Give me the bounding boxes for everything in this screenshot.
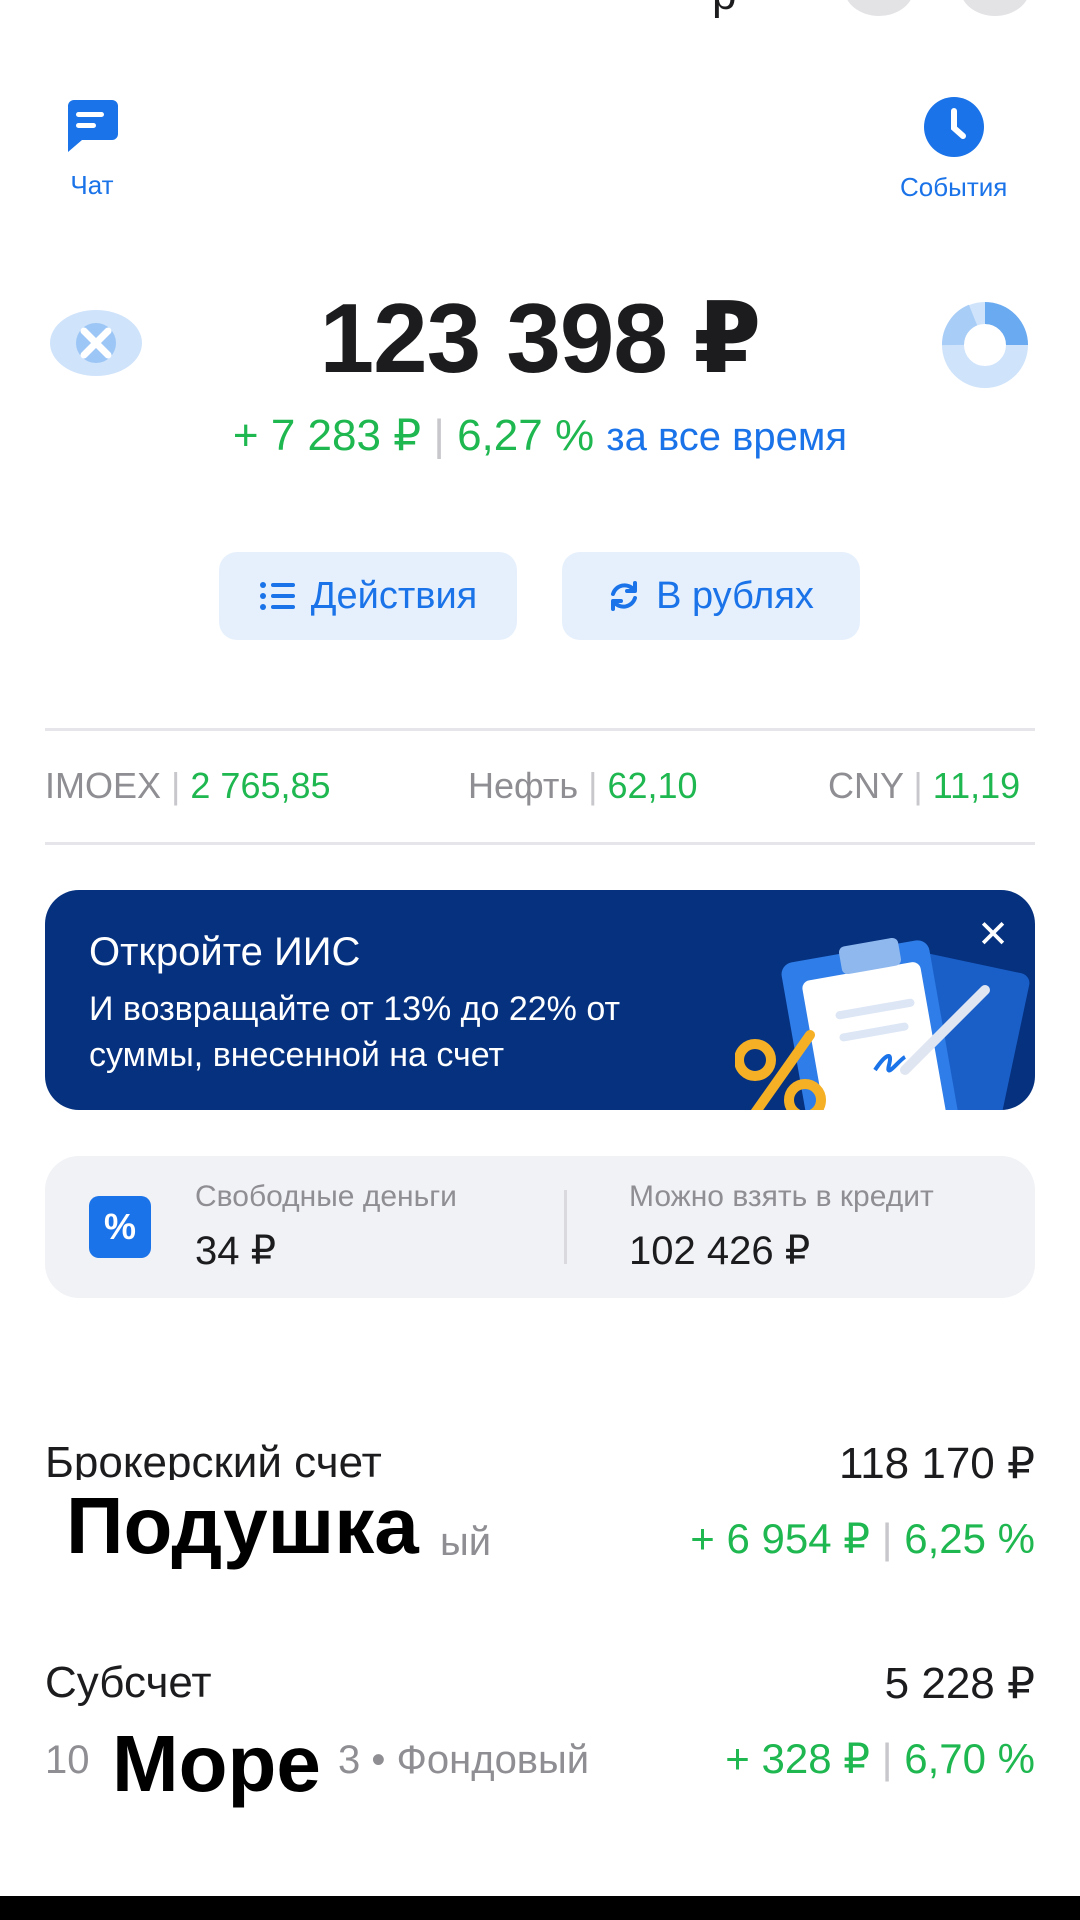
account-title: Субсчет: [45, 1658, 212, 1707]
ticker-name: CNY: [828, 765, 904, 806]
account-row-subaccount[interactable]: Субсчет 10 3 • Фондовый Море 5 228 ₽ + 3…: [0, 1640, 1080, 1840]
account-nickname-overlay: Подушка: [60, 1480, 425, 1572]
account-gain: + 328 ₽ | 6,70 %: [725, 1734, 1035, 1783]
portfolio-gain-percent: 6,27 %: [457, 411, 595, 460]
ticker-imoex[interactable]: IMOEX | 2 765,85: [45, 765, 331, 807]
actions-label: Действия: [310, 574, 478, 617]
refresh-icon: [611, 581, 638, 611]
account-gain-amount: + 6 954 ₽: [690, 1515, 870, 1562]
chat-icon: [68, 100, 118, 152]
ticker-name: Нефть: [468, 765, 579, 806]
banner-close-button[interactable]: ✕: [977, 912, 1009, 957]
separator: |: [433, 411, 445, 460]
ticker-value: 2 765,85: [190, 765, 331, 806]
top-partial-button-2[interactable]: [960, 0, 1030, 16]
account-gain: + 6 954 ₽ | 6,25 %: [690, 1514, 1035, 1563]
divider: [45, 728, 1035, 731]
account-subtitle-head: 10: [45, 1738, 90, 1782]
actions-button[interactable]: Действия: [219, 552, 517, 640]
account-value: 118 170 ₽: [838, 1439, 1035, 1488]
separator: |: [588, 765, 598, 806]
ticker-value: 62,10: [607, 765, 698, 806]
cash-card[interactable]: % Свободные деньги 34 ₽ Можно взять в кр…: [45, 1156, 1035, 1298]
top-partial-text: р: [712, 0, 736, 20]
account-subtitle: 3 • Фондовый: [338, 1738, 590, 1782]
period-selector[interactable]: за все время: [606, 415, 847, 459]
separator: |: [171, 765, 181, 806]
currency-label: В рублях: [656, 574, 814, 617]
free-money-label: Свободные деньги: [195, 1180, 457, 1213]
events-button[interactable]: События: [900, 96, 1007, 203]
account-value: 5 228 ₽: [884, 1659, 1035, 1708]
banner-title: Откройте ИИС: [89, 930, 361, 974]
account-nickname-overlay: Море: [106, 1718, 327, 1810]
account-subtitle: ый: [440, 1520, 492, 1564]
divider: [45, 842, 1035, 845]
ticker-value: 11,19: [932, 765, 1021, 806]
events-label: События: [900, 172, 1008, 202]
chat-label: Чат: [70, 170, 114, 200]
percent-icon: %: [89, 1196, 151, 1258]
portfolio-balance: 123 398 ₽: [319, 283, 762, 393]
portfolio-gain-line: + 7 283 ₽ | 6,27 % за все время: [0, 408, 1080, 465]
top-partial-button-1[interactable]: [844, 0, 914, 16]
credit-label: Можно взять в кредит: [629, 1180, 934, 1213]
credit-value: 102 426 ₽: [629, 1229, 811, 1273]
clock-icon: [923, 97, 984, 157]
account-row-brokerage[interactable]: Брокерский счет ый Подушка 118 170 ₽ + 6…: [0, 1420, 1080, 1620]
account-gain-amount: + 328 ₽: [725, 1735, 870, 1782]
separator: |: [913, 765, 923, 806]
account-gain-percent: 6,25 %: [904, 1515, 1035, 1562]
ticker-cny[interactable]: CNY | 11,19: [828, 765, 1020, 807]
account-gain-percent: 6,70 %: [904, 1735, 1035, 1782]
ticker-oil[interactable]: Нефть | 62,10: [468, 765, 698, 807]
free-money-value: 34 ₽: [195, 1229, 277, 1273]
currency-button[interactable]: В рублях: [562, 552, 860, 640]
divider: [564, 1190, 567, 1264]
separator: |: [881, 1735, 893, 1782]
bottom-bar: [0, 1896, 1080, 1920]
chat-button[interactable]: Чат: [62, 96, 122, 201]
portfolio-gain-amount: + 7 283 ₽: [232, 411, 422, 460]
ticker-name: IMOEX: [45, 765, 162, 806]
list-icon: [259, 582, 295, 610]
separator: |: [881, 1515, 893, 1562]
iis-promo-banner[interactable]: Откройте ИИС И возвращайте от 13% до 22%…: [45, 890, 1035, 1110]
banner-text: И возвращайте от 13% до 22% от суммы, вн…: [89, 990, 621, 1074]
